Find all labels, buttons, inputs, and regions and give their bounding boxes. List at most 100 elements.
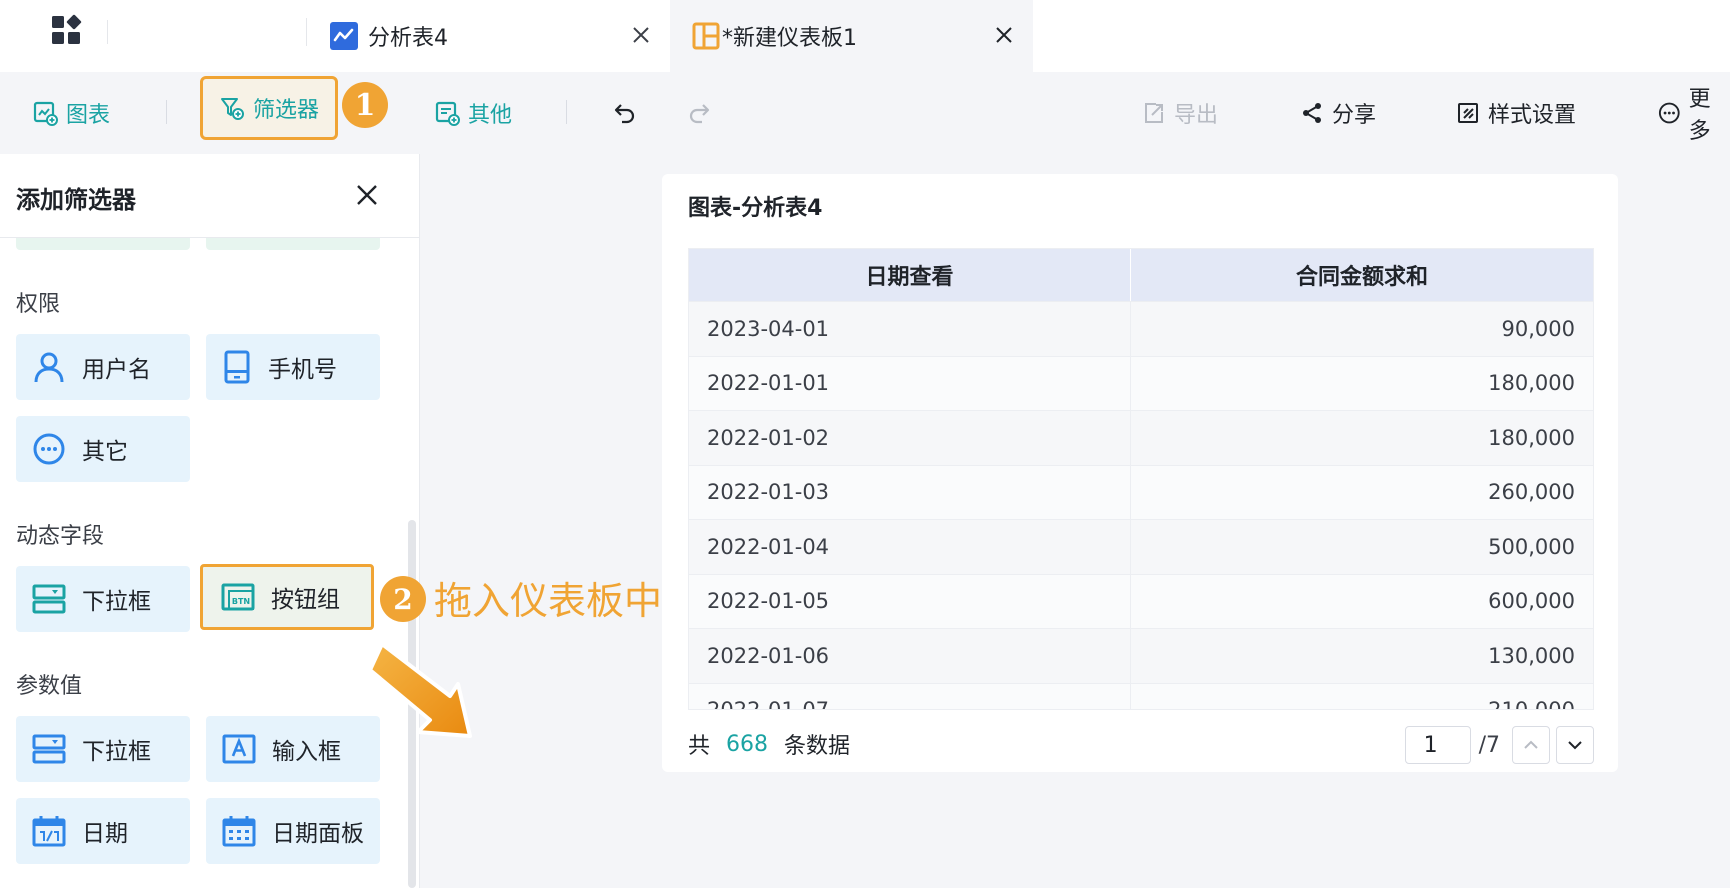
style-settings-button[interactable]: 样式设置 [1456,72,1576,154]
add-filter-label: 筛选器 [252,98,319,123]
filter-card-username[interactable]: 用户名 [16,334,190,400]
toolbar-divider [166,100,167,124]
cell-date: 2022-01-03 [689,465,1132,519]
share-icon [1303,103,1321,123]
add-filter-icon [220,98,244,120]
close-icon[interactable] [993,24,1015,46]
redo-icon[interactable] [686,100,712,126]
card-label: 日期面板 [272,821,364,847]
add-other-button[interactable]: 其他 [434,72,512,154]
footer-prefix: 共 [688,734,711,759]
step-badge-1: 1 [342,82,388,128]
add-chart-label: 图表 [66,103,111,128]
cell-date: 2022-01-06 [689,629,1132,683]
add-filter-button[interactable]: 筛选器 [200,76,338,140]
section-label-permission: 权限 [16,292,61,317]
style-settings-icon [1458,103,1478,123]
table-row: 2022-01-06 130,000 [689,628,1593,683]
table-row: 2023-04-01 90,000 [689,301,1593,356]
section-label-dynamic: 动态字段 [16,524,105,549]
card-label: 日期 [82,821,128,847]
filter-card-phone[interactable]: 手机号 [206,334,380,400]
card-label: 其它 [82,439,128,465]
apps-grid-icon[interactable] [50,14,82,46]
filter-card-date[interactable]: 日期 [16,798,190,864]
close-icon[interactable] [354,182,380,208]
column-header-amount[interactable]: 合同金额求和 [1131,249,1593,301]
step-badge-2: 2 [380,576,426,622]
tab-new-dashboard[interactable]: *新建仪表板1 [670,0,1033,72]
undo-icon[interactable] [612,100,638,126]
cell-amount: 500,000 [1488,534,1575,559]
tab-divider [107,20,108,44]
filter-card-partial[interactable] [206,238,380,250]
chart-title: 图表-分析表4 [688,196,823,221]
more-label: 更多 [1688,87,1711,144]
share-label: 分享 [1332,103,1377,128]
filter-card-partial[interactable] [16,238,190,250]
tab-bar: 分析表4 *新建仪表板1 [0,0,1730,72]
chevron-down-icon [1568,741,1582,750]
export-button[interactable]: 导出 [1142,72,1218,154]
dropdown-icon [32,734,66,764]
chart-card[interactable]: 图表-分析表4 日期查看 合同金额求和 2023-04-01 90,000 202… [662,174,1618,772]
cell-amount: 260,000 [1488,480,1575,505]
toolbar: 图表 筛选器 1 其他 导出 分享 样式设置 更多 [0,72,1730,154]
table-row: 2022-01-07210,000 [689,682,1593,709]
card-label: 下拉框 [82,739,151,765]
cell-date: 2022-01-05 [689,574,1132,628]
table-row: 2022-01-03 260,000 [689,464,1593,519]
filter-card-param-dropdown[interactable]: 下拉框 [16,716,190,782]
table-row: 2022-01-04 500,000 [689,519,1593,574]
add-filter-panel: 添加筛选器 权限 用户名 手机号 其它 动态字段 下拉框 BTN 按钮组 参数值… [0,154,420,888]
cell-date: 2022-01-02 [689,411,1132,465]
cell-amount: 600,000 [1488,589,1575,614]
calendar-icon [32,816,66,847]
filter-card-dynamic-dropdown[interactable]: 下拉框 [16,566,190,632]
calendar-panel-icon [222,816,256,847]
add-chart-button[interactable]: 图表 [32,72,110,154]
cell-date: 2023-04-01 [689,302,1132,356]
tab-label: *新建仪表板1 [722,26,857,51]
card-label: 下拉框 [82,589,151,615]
filter-card-button-group[interactable]: BTN 按钮组 [200,564,374,630]
filter-card-other[interactable]: 其它 [16,416,190,482]
table-row: 2022-01-01 180,000 [689,355,1593,410]
filter-card-input-box[interactable]: 输入框 [206,716,380,782]
button-group-icon: BTN [221,583,255,611]
table-row: 2022-01-02 180,000 [689,410,1593,465]
table-row: 2022-01-05 600,000 [689,573,1593,628]
card-label: 手机号 [268,357,337,383]
pagination: /7 [1404,726,1594,764]
toolbar-divider [566,100,567,124]
add-other-label: 其他 [468,103,513,128]
chevron-up-icon [1524,740,1538,749]
drag-arrow-icon [368,642,472,738]
share-button[interactable]: 分享 [1300,72,1376,154]
dashboard-icon [692,22,720,50]
filter-card-date-panel[interactable]: 日期面板 [206,798,380,864]
close-icon[interactable] [630,24,652,46]
prev-page-button[interactable] [1512,726,1550,764]
column-header-date[interactable]: 日期查看 [689,249,1132,301]
tab-analysis-table[interactable]: 分析表4 [308,0,670,72]
next-page-button[interactable] [1556,726,1594,764]
cell-date: 2022-01-01 [689,356,1132,410]
cell-amount: 180,000 [1488,425,1575,450]
more-circle-icon [33,433,65,465]
panel-header: 添加筛选器 [0,154,419,238]
page-number-input[interactable] [1404,726,1471,764]
data-table: 日期查看 合同金额求和 2023-04-01 90,000 2022-01-01 1… [688,248,1594,710]
phone-icon [224,350,250,384]
style-settings-label: 样式设置 [1488,103,1577,128]
cell-amount: 210,000 [1131,684,1593,709]
cell-amount: 90,000 [1501,316,1575,341]
cell-amount: 180,000 [1488,371,1575,396]
cell-date: 2022-01-07 [689,683,1132,709]
tab-divider [306,18,307,46]
input-box-icon [222,734,256,764]
more-button[interactable]: 更多 [1658,72,1730,154]
section-label-param: 参数值 [16,674,83,699]
table-footer: 共 668 条数据 /7 [688,722,1594,766]
card-label: 输入框 [272,739,341,765]
